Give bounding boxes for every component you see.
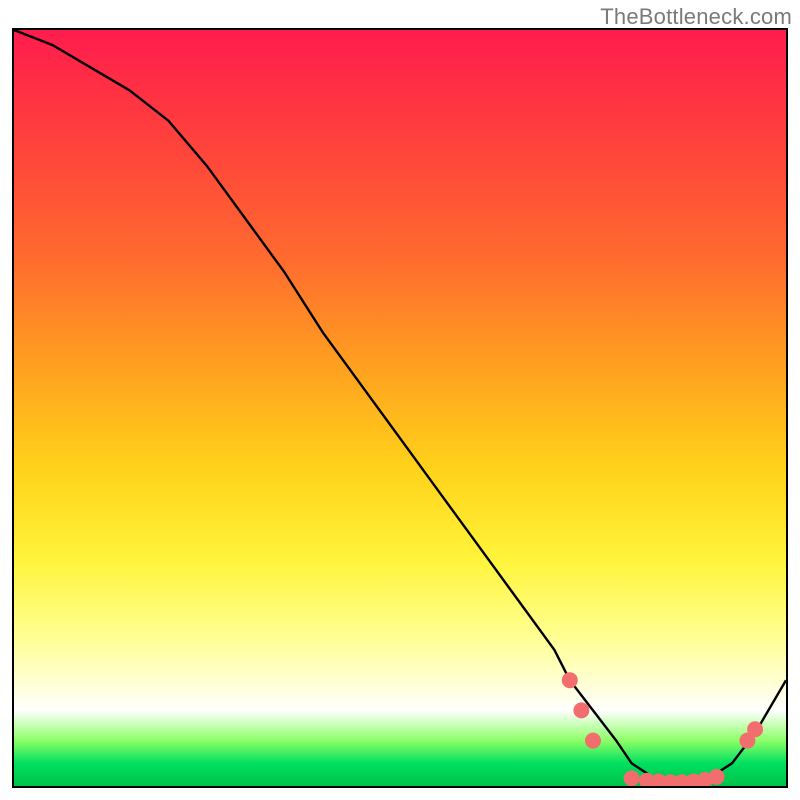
data-marker	[573, 702, 589, 718]
plot-area	[12, 28, 788, 788]
curve-layer	[14, 30, 786, 786]
data-marker	[585, 733, 601, 749]
data-marker	[709, 769, 725, 785]
data-marker	[747, 721, 763, 737]
marker-group	[562, 672, 763, 786]
chart-container: TheBottleneck.com	[0, 0, 800, 800]
data-marker	[562, 672, 578, 688]
data-marker	[624, 770, 640, 786]
attribution-label: TheBottleneck.com	[600, 4, 792, 30]
line-series	[14, 30, 786, 782]
